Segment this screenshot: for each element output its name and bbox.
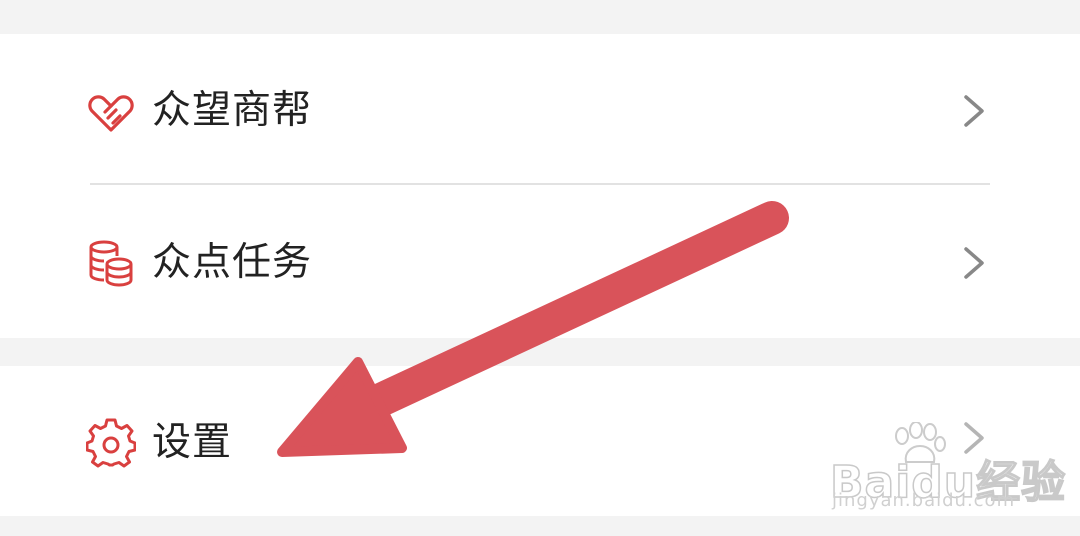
chevron-right-icon	[958, 243, 992, 283]
menu-item-label: 众点任务	[152, 240, 313, 285]
menu-item-label: 众望商帮	[152, 88, 313, 133]
chevron-right-icon	[958, 91, 992, 131]
menu-item-zhongwang-shangbang[interactable]: 众望商帮	[0, 34, 1080, 184]
top-gap	[0, 0, 1080, 34]
menu-item-zhongdian-renwu[interactable]: 众点任务	[0, 186, 1080, 336]
menu-item-label: 设置	[152, 420, 233, 465]
watermark-url: jingyan.baidu.com	[832, 490, 1016, 511]
gear-icon	[85, 418, 137, 468]
baidu-jingyan-watermark: Baidu经验 jingyan.baidu.com	[820, 418, 1066, 518]
handshake-icon	[86, 86, 136, 136]
divider	[90, 183, 990, 185]
coins-stack-icon	[86, 238, 136, 288]
